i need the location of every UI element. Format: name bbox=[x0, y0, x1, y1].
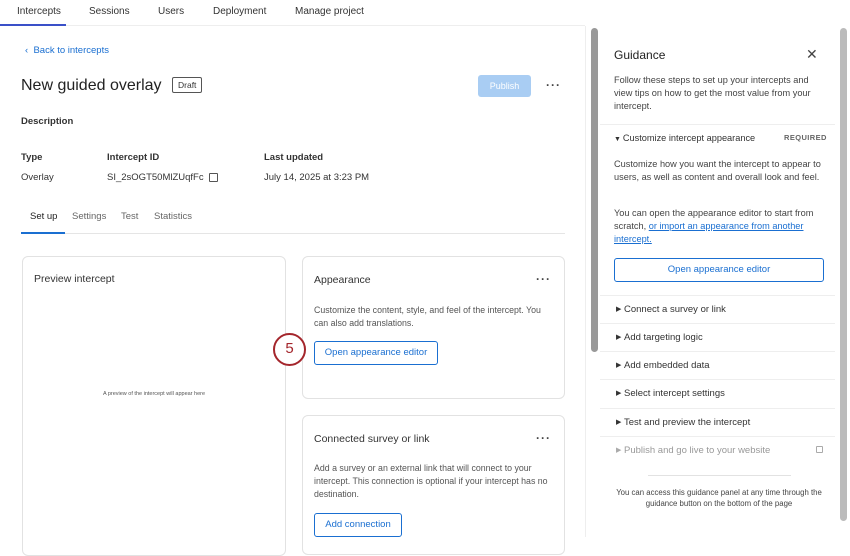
connected-more-icon[interactable]: ··· bbox=[536, 431, 551, 445]
tab-test[interactable]: Test bbox=[121, 211, 138, 222]
required-badge: REQUIRED bbox=[784, 133, 827, 142]
step-embedded-data[interactable]: ▶ Add embedded data bbox=[600, 351, 835, 379]
top-nav: Intercepts Sessions Users Deployment Man… bbox=[0, 0, 585, 26]
tab-settings[interactable]: Settings bbox=[72, 211, 106, 222]
step1-text: Customize how you want the intercept to … bbox=[614, 159, 821, 182]
guidance-scrollbar[interactable] bbox=[840, 28, 847, 521]
caret-right-icon: ▶ bbox=[616, 447, 622, 454]
tab-set-up[interactable]: Set up bbox=[30, 211, 57, 222]
appearance-description: Customize the content, style, and feel o… bbox=[314, 305, 541, 328]
nav-sessions[interactable]: Sessions bbox=[89, 6, 130, 17]
step-customize-appearance[interactable]: ▼ Customize intercept appearance bbox=[614, 133, 755, 143]
last-updated-label: Last updated bbox=[264, 152, 324, 163]
preview-card: Preview intercept A preview of the inter… bbox=[22, 256, 286, 556]
type-value: Overlay bbox=[21, 172, 54, 183]
lock-icon bbox=[816, 446, 823, 453]
panel-divider bbox=[585, 26, 586, 537]
nav-manage-project[interactable]: Manage project bbox=[295, 6, 364, 17]
appearance-card: Appearance ··· Customize the content, st… bbox=[302, 256, 565, 399]
type-label: Type bbox=[21, 152, 43, 163]
nav-users[interactable]: Users bbox=[158, 6, 184, 17]
caret-right-icon: ▶ bbox=[616, 419, 622, 426]
preview-placeholder: A preview of the intercept will appear h… bbox=[102, 391, 206, 397]
tab-indicator bbox=[21, 232, 65, 234]
caret-right-icon: ▶ bbox=[616, 306, 622, 313]
step-connect-survey[interactable]: ▶ Connect a survey or link bbox=[600, 295, 835, 323]
back-link[interactable]: ‹ Back to intercepts bbox=[25, 45, 109, 56]
caret-right-icon: ▶ bbox=[616, 334, 622, 341]
preview-title: Preview intercept bbox=[34, 273, 115, 285]
appearance-title: Appearance bbox=[314, 274, 371, 286]
last-updated-value: July 14, 2025 at 3:23 PM bbox=[264, 172, 370, 183]
add-connection-button[interactable]: Add connection bbox=[314, 513, 402, 537]
open-appearance-editor-button[interactable]: Open appearance editor bbox=[314, 341, 438, 365]
intercept-id-value: SI_2sOGT50MlZUqfFc bbox=[107, 172, 219, 183]
divider bbox=[648, 475, 791, 476]
step-test-preview[interactable]: ▶ Test and preview the intercept bbox=[600, 408, 835, 436]
caret-right-icon: ▶ bbox=[616, 390, 622, 397]
connected-description: Add a survey or an external link that wi… bbox=[314, 463, 548, 499]
guidance-intro: Follow these steps to set up your interc… bbox=[614, 75, 811, 111]
guidance-open-appearance-editor-button[interactable]: Open appearance editor bbox=[614, 258, 824, 282]
step-targeting-logic[interactable]: ▶ Add targeting logic bbox=[600, 323, 835, 351]
close-icon[interactable]: ✕ bbox=[806, 46, 818, 63]
connected-card: Connected survey or link ··· Add a surve… bbox=[302, 415, 565, 555]
status-badge: Draft bbox=[172, 77, 203, 93]
step1-text2: You can open the appearance editor to st… bbox=[614, 208, 814, 244]
publish-button[interactable]: Publish bbox=[478, 75, 531, 97]
more-options-icon[interactable]: ··· bbox=[546, 78, 561, 92]
guidance-footer: You can access this guidance panel at an… bbox=[616, 488, 822, 508]
intercept-id-label: Intercept ID bbox=[107, 152, 160, 163]
connected-title: Connected survey or link bbox=[314, 433, 430, 445]
nav-deployment[interactable]: Deployment bbox=[213, 6, 266, 17]
copy-icon[interactable] bbox=[209, 172, 219, 182]
guidance-title: Guidance bbox=[614, 48, 666, 62]
step-publish-locked: ▶ Publish and go live to your website bbox=[600, 436, 835, 464]
caret-right-icon: ▶ bbox=[616, 362, 622, 369]
page-title: New guided overlay bbox=[21, 77, 162, 94]
divider bbox=[600, 124, 835, 125]
caret-down-icon: ▼ bbox=[614, 136, 623, 143]
tab-statistics[interactable]: Statistics bbox=[154, 211, 192, 222]
main-scrollbar[interactable] bbox=[591, 28, 598, 352]
description-label: Description bbox=[21, 116, 74, 127]
appearance-more-icon[interactable]: ··· bbox=[536, 272, 551, 286]
step-intercept-settings[interactable]: ▶ Select intercept settings bbox=[600, 379, 835, 407]
step-marker: 5 bbox=[273, 333, 306, 366]
nav-intercepts[interactable]: Intercepts bbox=[17, 6, 61, 17]
tabs-divider bbox=[21, 233, 565, 234]
active-tab-underline bbox=[0, 24, 66, 26]
